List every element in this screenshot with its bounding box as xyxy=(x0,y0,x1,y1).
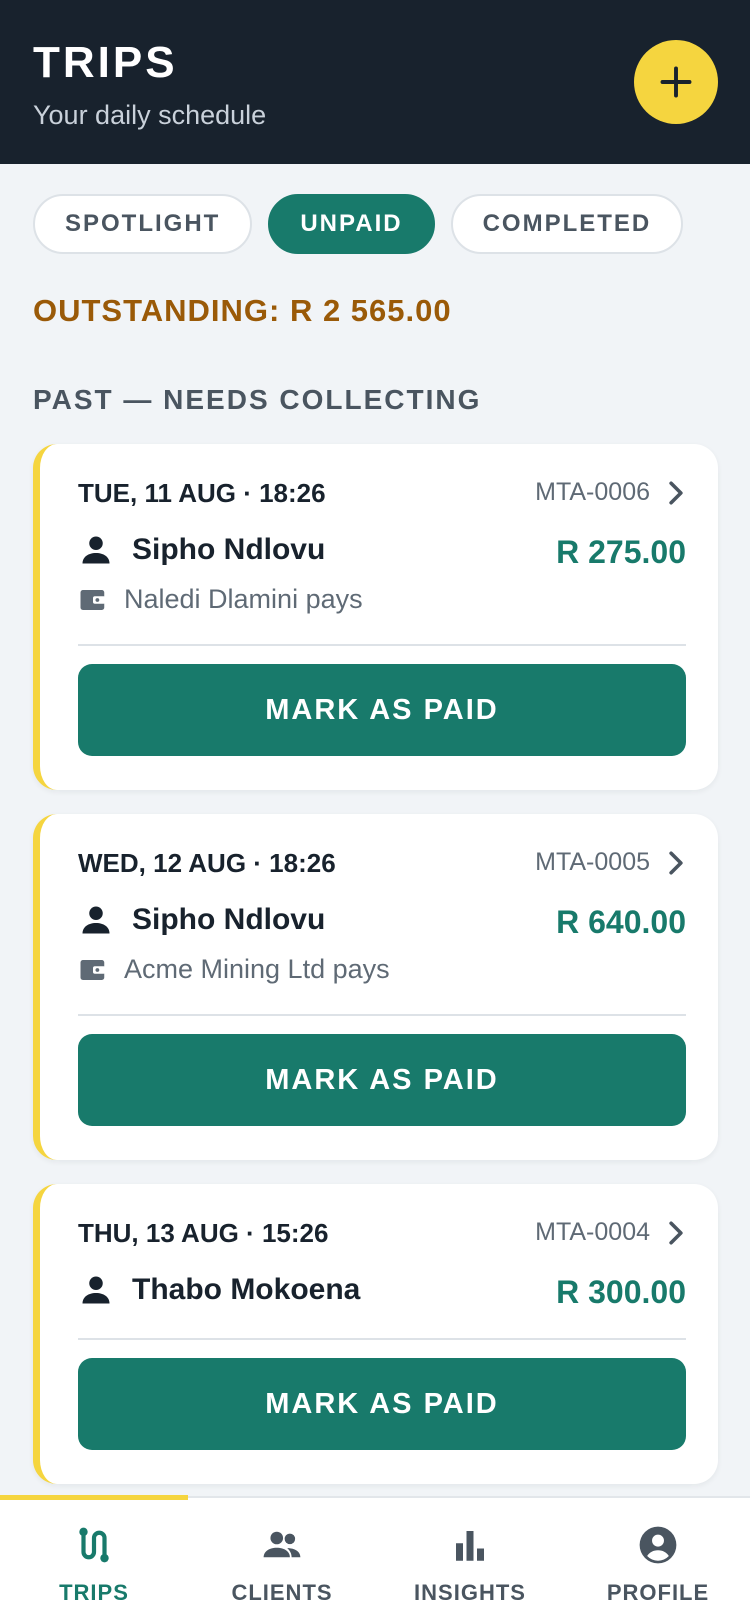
page-title: TRIPS xyxy=(33,38,178,87)
person-icon xyxy=(82,906,110,934)
nav-label: INSIGHTS xyxy=(414,1580,526,1605)
nav-label: CLIENTS xyxy=(231,1580,333,1605)
tab-unpaid[interactable]: UNPAID xyxy=(268,194,435,254)
nav-item-clients[interactable]: CLIENTS xyxy=(188,1498,376,1624)
trip-client: Sipho Ndlovu xyxy=(78,532,325,568)
chevron-right-icon xyxy=(669,850,683,875)
mark-as-paid-button[interactable]: MARK AS PAID xyxy=(78,1034,686,1126)
plus-icon xyxy=(660,66,692,98)
add-trip-button[interactable] xyxy=(634,40,718,124)
client-name: Thabo Mokoena xyxy=(132,1273,361,1306)
trip-date: WED, 12 AUG · 18:26 xyxy=(78,848,336,878)
trip-card[interactable]: WED, 12 AUG · 18:26 MTA-0005 Sipho Ndlov… xyxy=(33,814,718,1160)
trip-reference: MTA-0006 xyxy=(535,478,686,507)
trip-client: Sipho Ndlovu xyxy=(78,902,325,938)
account-circle-icon xyxy=(639,1526,677,1564)
trip-amount: R 640.00 xyxy=(556,904,686,940)
card-divider xyxy=(78,1014,686,1016)
section-heading: PAST — NEEDS COLLECTING xyxy=(33,384,482,415)
trip-ref-label: MTA-0006 xyxy=(535,478,650,506)
route-icon xyxy=(79,1527,109,1563)
trip-payer: Naledi Dlamini pays xyxy=(78,584,363,615)
trip-card[interactable]: THU, 13 AUG · 15:26 MTA-0004 Thabo Mokoe… xyxy=(33,1184,718,1484)
wallet-icon xyxy=(80,589,106,610)
app-header: TRIPS Your daily schedule xyxy=(0,0,750,164)
trip-amount: R 275.00 xyxy=(556,534,686,570)
trip-reference: MTA-0005 xyxy=(535,848,686,877)
payer-label: Naledi Dlamini pays xyxy=(124,584,363,614)
trip-date: THU, 13 AUG · 15:26 xyxy=(78,1218,329,1248)
bar-chart-icon xyxy=(456,1531,484,1561)
chevron-right-icon xyxy=(669,480,683,505)
nav-item-profile[interactable]: PROFILE xyxy=(564,1498,750,1624)
page-subtitle: Your daily schedule xyxy=(33,100,267,130)
trip-client: Thabo Mokoena xyxy=(78,1272,360,1308)
bottom-navigation: TRIPS CLIENTS INSIGHTS PROFILE xyxy=(0,1495,750,1624)
tab-completed[interactable]: COMPLETED xyxy=(450,194,684,254)
trip-ref-label: MTA-0005 xyxy=(535,848,650,876)
trip-date: TUE, 11 AUG · 18:26 xyxy=(78,478,326,508)
mark-as-paid-button[interactable]: MARK AS PAID xyxy=(78,664,686,756)
outstanding-total: OUTSTANDING: R 2 565.00 xyxy=(33,293,452,328)
person-icon xyxy=(82,1276,110,1304)
card-divider xyxy=(78,1338,686,1340)
payer-label: Acme Mining Ltd pays xyxy=(124,954,390,984)
trip-ref-label: MTA-0004 xyxy=(535,1218,650,1246)
nav-item-trips[interactable]: TRIPS xyxy=(0,1498,188,1624)
trip-reference: MTA-0004 xyxy=(535,1218,686,1247)
client-name: Sipho Ndlovu xyxy=(132,903,326,936)
trip-card[interactable]: TUE, 11 AUG · 18:26 MTA-0006 Sipho Ndlov… xyxy=(33,444,718,790)
person-icon xyxy=(82,536,110,564)
mark-as-paid-button[interactable]: MARK AS PAID xyxy=(78,1358,686,1450)
nav-label: TRIPS xyxy=(59,1580,129,1605)
client-name: Sipho Ndlovu xyxy=(132,533,326,566)
nav-label: PROFILE xyxy=(606,1580,710,1605)
nav-item-insights[interactable]: INSIGHTS xyxy=(376,1498,564,1624)
trip-payer: Acme Mining Ltd pays xyxy=(78,954,390,985)
card-divider xyxy=(78,644,686,646)
chevron-right-icon xyxy=(669,1220,683,1245)
filter-tabs: SPOTLIGHT UNPAID COMPLETED xyxy=(33,194,684,254)
trip-amount: R 300.00 xyxy=(556,1274,686,1310)
tab-spotlight[interactable]: SPOTLIGHT xyxy=(33,194,253,254)
people-icon xyxy=(263,1531,301,1558)
wallet-icon xyxy=(80,959,106,980)
